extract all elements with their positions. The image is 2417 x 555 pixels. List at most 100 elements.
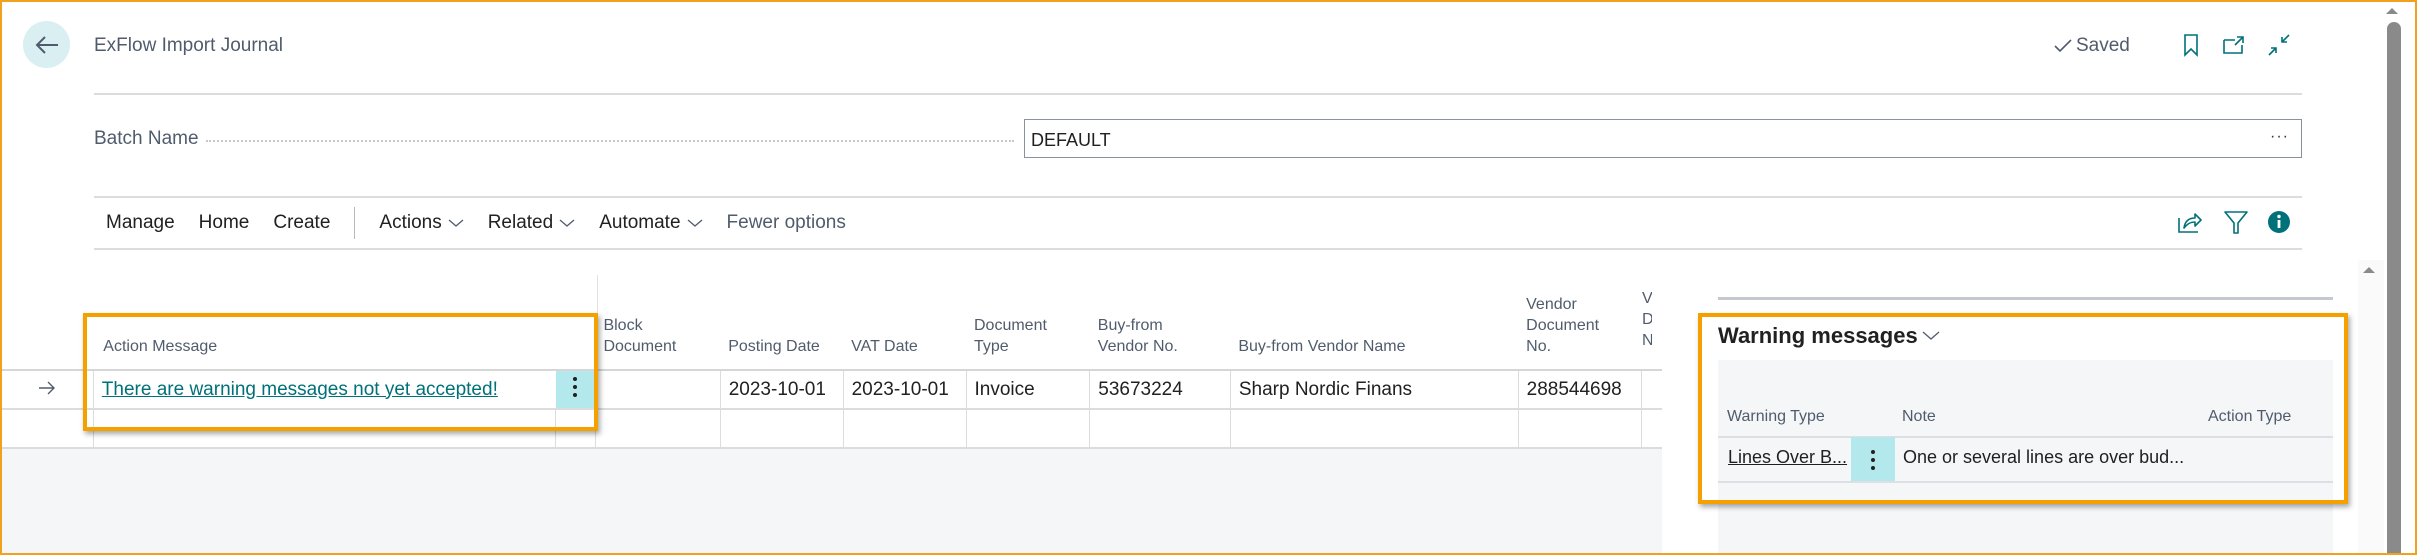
grid-header-row: Action Message Block Document Posting Da…	[2, 270, 1662, 371]
action-create-label: Create	[273, 212, 331, 233]
factbox-scrollbar[interactable]	[2358, 260, 2384, 553]
table-row-empty[interactable]	[2, 409, 1662, 449]
actionbar-divider	[354, 207, 356, 239]
more-vertical-icon	[573, 376, 578, 397]
share-icon	[2178, 213, 2202, 233]
chevron-down-icon	[687, 219, 702, 227]
factbox-column-warning-type[interactable]: Warning Type	[1727, 408, 1825, 426]
action-automate-label: Automate	[599, 212, 681, 233]
column-header-vendor-no-label: Buy-from Vendor No.	[1097, 317, 1178, 355]
cell-truncated[interactable]	[1641, 409, 1662, 449]
factbox-title-label: Warning messages	[1718, 323, 1918, 348]
cell-vendor-no[interactable]	[1089, 409, 1231, 449]
cell-block-document[interactable]	[595, 370, 721, 410]
cell-vendor-document-no[interactable]	[1518, 409, 1643, 449]
open-new-window-button[interactable]	[2221, 32, 2247, 58]
column-header-truncated-label: V D N	[1641, 290, 1652, 349]
action-manage[interactable]: Manage	[106, 212, 175, 234]
field-leader-dots	[206, 140, 1014, 142]
column-header-posting-date[interactable]: Posting Date	[720, 270, 844, 371]
grid-frozen-divider	[597, 275, 598, 370]
saved-status: Saved	[2053, 35, 2130, 57]
chevron-down-icon	[1922, 331, 1940, 340]
factbox-divider	[1718, 297, 2333, 300]
actionbar-bottom-divider	[94, 248, 2302, 250]
cell-vendor-name[interactable]	[1230, 409, 1519, 449]
factbox-title[interactable]: Warning messages	[1718, 323, 1940, 349]
action-automate[interactable]: Automate	[599, 212, 702, 234]
collapse-icon	[2268, 34, 2290, 56]
factbox-column-note[interactable]: Note	[1902, 408, 1936, 426]
cell-vendor-no[interactable]: 53673224	[1089, 370, 1231, 410]
warning-note[interactable]: One or several lines are over bud...	[1903, 447, 2184, 468]
saved-label: Saved	[2076, 35, 2130, 56]
cell-posting-date[interactable]: 2023-10-01	[720, 370, 844, 410]
journal-lines-table: Action Message Block Document Posting Da…	[2, 270, 1662, 449]
open-new-window-icon	[2223, 36, 2244, 54]
batch-name-input[interactable]: DEFAULT	[1024, 119, 2302, 158]
factbox-scroll-up-icon[interactable]	[2363, 267, 2375, 273]
column-header-vendor-document-no[interactable]: Vendor Document No.	[1518, 270, 1642, 371]
action-related[interactable]: Related	[488, 212, 576, 234]
factbox-row-divider	[1718, 481, 2333, 483]
cell-document-type[interactable]	[966, 409, 1091, 449]
header-divider	[94, 93, 2302, 95]
chevron-down-icon	[448, 219, 464, 227]
factbox-column-action-type[interactable]: Action Type	[2208, 408, 2291, 426]
page-scroll-up-icon[interactable]	[2386, 8, 2398, 14]
page-title: ExFlow Import Journal	[94, 35, 284, 56]
more-vertical-icon	[1871, 449, 1875, 470]
column-header-action-message[interactable]: Action Message	[93, 270, 596, 371]
bookmark-icon	[2184, 34, 2198, 57]
column-header-truncated[interactable]: V D N	[1641, 270, 1662, 371]
info-button[interactable]	[2265, 208, 2293, 236]
table-row[interactable]: There are warning messages not yet accep…	[2, 370, 1662, 410]
batch-name-label: Batch Name	[94, 128, 199, 149]
warning-row-actions-button[interactable]	[1851, 437, 1895, 482]
column-header-block-document-label: Block Document	[603, 317, 677, 355]
column-header-vendor-document-no-label: Vendor Document No.	[1526, 296, 1600, 355]
cell-vendor-document-no[interactable]: 288544698	[1518, 370, 1643, 410]
cell-vat-date[interactable]	[843, 409, 967, 449]
action-manage-label: Manage	[106, 212, 175, 233]
chevron-down-icon	[559, 219, 575, 227]
action-home-label: Home	[198, 212, 250, 233]
cell-action-message[interactable]	[92, 409, 557, 449]
cell-block-document[interactable]	[595, 409, 721, 449]
cell-posting-date[interactable]	[720, 409, 844, 449]
cell-vendor-name[interactable]: Sharp Nordic Finans	[1230, 370, 1519, 410]
back-button[interactable]	[23, 21, 70, 68]
cell-action-message[interactable]: There are warning messages not yet accep…	[93, 370, 556, 410]
cell-vat-date[interactable]: 2023-10-01	[843, 370, 967, 410]
action-actions-label: Actions	[379, 212, 442, 233]
filter-icon	[2224, 211, 2248, 234]
cell-document-type[interactable]: Invoice	[966, 370, 1091, 410]
cell-truncated[interactable]	[1641, 370, 1662, 410]
factbox-header-divider	[1718, 436, 2333, 438]
share-button[interactable]	[2176, 208, 2204, 236]
column-header-vendor-no[interactable]: Buy-from Vendor No.	[1089, 270, 1231, 371]
column-header-block-document[interactable]: Block Document	[595, 270, 721, 371]
journal-lines-grid: Action Message Block Document Posting Da…	[2, 270, 1662, 553]
column-header-row-indicator	[2, 270, 94, 371]
action-home[interactable]: Home	[199, 212, 250, 234]
page-scrollbar-thumb[interactable]	[2387, 22, 2401, 553]
column-header-document-type[interactable]: Document Type	[966, 270, 1090, 371]
action-actions[interactable]: Actions	[379, 212, 464, 234]
action-fewer-options-label: Fewer options	[726, 212, 846, 233]
row-arrow-icon	[39, 381, 56, 394]
column-header-vendor-name[interactable]: Buy-from Vendor Name	[1230, 270, 1519, 371]
row-indicator	[2, 370, 94, 410]
row-actions-button[interactable]	[555, 370, 596, 410]
column-header-document-type-label: Document Type	[974, 317, 1047, 355]
column-header-vat-date[interactable]: VAT Date	[843, 270, 966, 371]
filter-button[interactable]	[2222, 208, 2250, 236]
action-message-link[interactable]: There are warning messages not yet accep…	[102, 379, 498, 400]
action-fewer-options[interactable]: Fewer options	[727, 212, 846, 234]
bookmark-button[interactable]	[2178, 32, 2204, 58]
action-create[interactable]: Create	[273, 212, 330, 234]
batch-name-lookup-button[interactable]: ···	[2270, 128, 2289, 146]
warning-type-link[interactable]: Lines Over B...	[1728, 447, 1847, 468]
cell-row-actions[interactable]	[555, 409, 596, 449]
collapse-button[interactable]	[2266, 32, 2292, 58]
